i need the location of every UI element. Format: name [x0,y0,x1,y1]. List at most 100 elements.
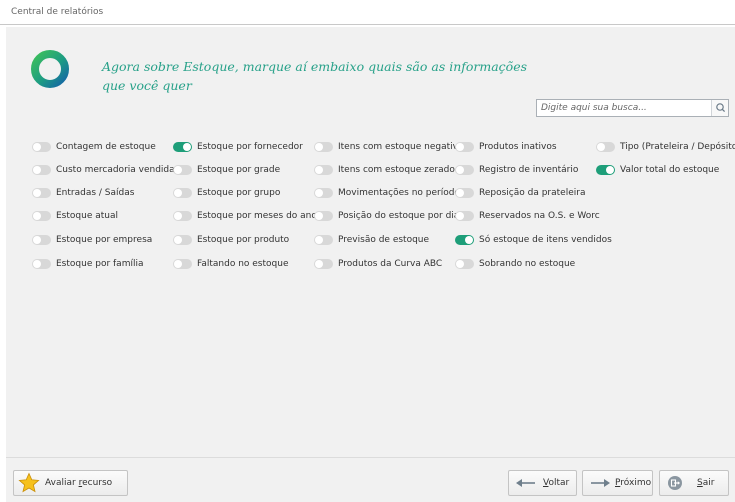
option-label: Valor total do estoque [620,165,720,175]
option-toggle[interactable] [173,188,192,198]
option-so-estoque-de-itens-vendidos[interactable]: Só estoque de itens vendidos [455,233,612,247]
star-icon [18,472,40,494]
option-label: Entradas / Saídas [56,188,135,198]
footer-divider [6,457,735,458]
rate-label-c: ecurso [82,478,113,488]
option-registro-de-inventario[interactable]: Registro de inventário [455,163,578,177]
option-faltando-no-estoque[interactable]: Faltando no estoque [173,257,288,271]
option-toggle[interactable] [32,259,51,269]
option-produtos-inativos[interactable]: Produtos inativos [455,140,557,154]
option-custo-mercadoria-vendida[interactable]: Custo mercadoria vendida [32,163,175,177]
option-entradas-saidas[interactable]: Entradas / Saídas [32,186,134,200]
option-label: Contagem de estoque [56,142,156,152]
option-label: Reservados na O.S. e Worc [479,211,600,221]
option-label: Posição do estoque por dia [338,211,460,221]
option-previsao-de-estoque[interactable]: Previsão de estoque [314,233,429,247]
option-label: Movimentações no período [338,188,460,198]
option-itens-com-estoque-negativo[interactable]: Itens com estoque negativo [314,140,463,154]
option-label: Custo mercadoria vendida [56,165,175,175]
back-button[interactable]: Voltar [508,470,577,496]
option-label: Estoque atual [56,211,118,221]
option-toggle[interactable] [455,211,474,221]
window-titlebar: Central de relatórios [0,0,735,25]
option-toggle[interactable] [32,188,51,198]
exit-label-b: air [702,478,715,488]
option-estoque-por-familia[interactable]: Estoque por família [32,257,143,271]
option-toggle[interactable] [173,142,192,152]
option-toggle[interactable] [32,235,51,245]
option-toggle[interactable] [32,211,51,221]
option-valor-total-do-estoque[interactable]: Valor total do estoque [596,163,719,177]
option-label: Estoque por meses do ano [197,211,317,221]
option-toggle[interactable] [314,235,333,245]
option-label: Só estoque de itens vendidos [479,235,612,245]
search-box [536,99,729,117]
option-estoque-por-grupo[interactable]: Estoque por grupo [173,186,280,200]
arrow-right-icon [589,477,611,489]
option-estoque-por-produto[interactable]: Estoque por produto [173,233,289,247]
search-button[interactable] [711,100,728,116]
option-estoque-por-empresa[interactable]: Estoque por empresa [32,233,152,247]
option-estoque-atual[interactable]: Estoque atual [32,209,118,223]
arrow-left-icon [515,477,537,489]
option-label: Previsão de estoque [338,235,430,245]
option-toggle[interactable] [173,235,192,245]
option-toggle[interactable] [314,165,333,175]
next-label-b: róximo [620,478,652,488]
window-title: Central de relatórios [11,7,104,17]
option-itens-com-estoque-zerado[interactable]: Itens com estoque zerado [314,163,455,177]
option-toggle[interactable] [455,142,474,152]
option-label: Tipo (Prateleira / Depósito) [620,142,735,152]
option-label: Produtos inativos [479,142,557,152]
option-reposicao-da-prateleira[interactable]: Reposição da prateleira [455,186,585,200]
option-estoque-por-grade[interactable]: Estoque por grade [173,163,280,177]
option-produtos-da-curva-abc[interactable]: Produtos da Curva ABC [314,257,442,271]
app-logo-icon [31,50,69,88]
exit-button[interactable]: Sair [659,470,729,496]
option-toggle[interactable] [314,259,333,269]
option-label: Estoque por fornecedor [197,142,303,152]
option-label: Faltando no estoque [197,259,289,269]
option-label: Itens com estoque negativo [338,142,464,152]
option-label: Estoque por grupo [197,188,281,198]
option-toggle[interactable] [596,165,615,175]
option-toggle[interactable] [173,165,192,175]
option-label: Registro de inventário [479,165,579,175]
option-label: Estoque por empresa [56,235,153,245]
option-toggle[interactable] [173,211,192,221]
option-movimentacoes-no-periodo[interactable]: Movimentações no período [314,186,460,200]
option-toggle[interactable] [314,188,333,198]
rate-resource-button[interactable]: Avaliar recurso [13,470,128,496]
option-sobrando-no-estoque[interactable]: Sobrando no estoque [455,257,575,271]
option-posicao-do-estoque-por-dia[interactable]: Posição do estoque por dia [314,209,459,223]
option-toggle[interactable] [455,165,474,175]
search-input[interactable] [537,100,709,116]
exit-icon [667,475,683,491]
option-tipo-prateleira-deposito[interactable]: Tipo (Prateleira / Depósito) [596,140,735,154]
option-label: Estoque por produto [197,235,290,245]
option-toggle[interactable] [173,259,192,269]
option-toggle[interactable] [455,188,474,198]
option-label: Reposição da prateleira [479,188,586,198]
option-toggle[interactable] [455,235,474,245]
option-label: Estoque por família [56,259,144,269]
option-reservados-na-os-e-worc[interactable]: Reservados na O.S. e Worc [455,209,600,223]
next-button[interactable]: Próximo [582,470,653,496]
search-icon [716,103,726,113]
option-contagem-de-estoque[interactable]: Contagem de estoque [32,140,156,154]
option-estoque-por-meses-do-ano[interactable]: Estoque por meses do ano [173,209,317,223]
option-label: Estoque por grade [197,165,281,175]
option-toggle[interactable] [455,259,474,269]
option-label: Sobrando no estoque [479,259,576,269]
option-toggle[interactable] [32,165,51,175]
header-line-2: que você quer [102,78,192,93]
option-label: Produtos da Curva ABC [338,259,443,269]
option-toggle[interactable] [32,142,51,152]
main-panel: Agora sobre Estoque, marque aí embaixo q… [6,27,735,502]
option-toggle[interactable] [314,211,333,221]
option-toggle[interactable] [314,142,333,152]
option-estoque-por-fornecedor[interactable]: Estoque por fornecedor [173,140,303,154]
rate-label-a: Avaliar [45,478,79,488]
option-toggle[interactable] [596,142,615,152]
header-line-1: Agora sobre Estoque, marque aí embaixo q… [102,59,528,74]
